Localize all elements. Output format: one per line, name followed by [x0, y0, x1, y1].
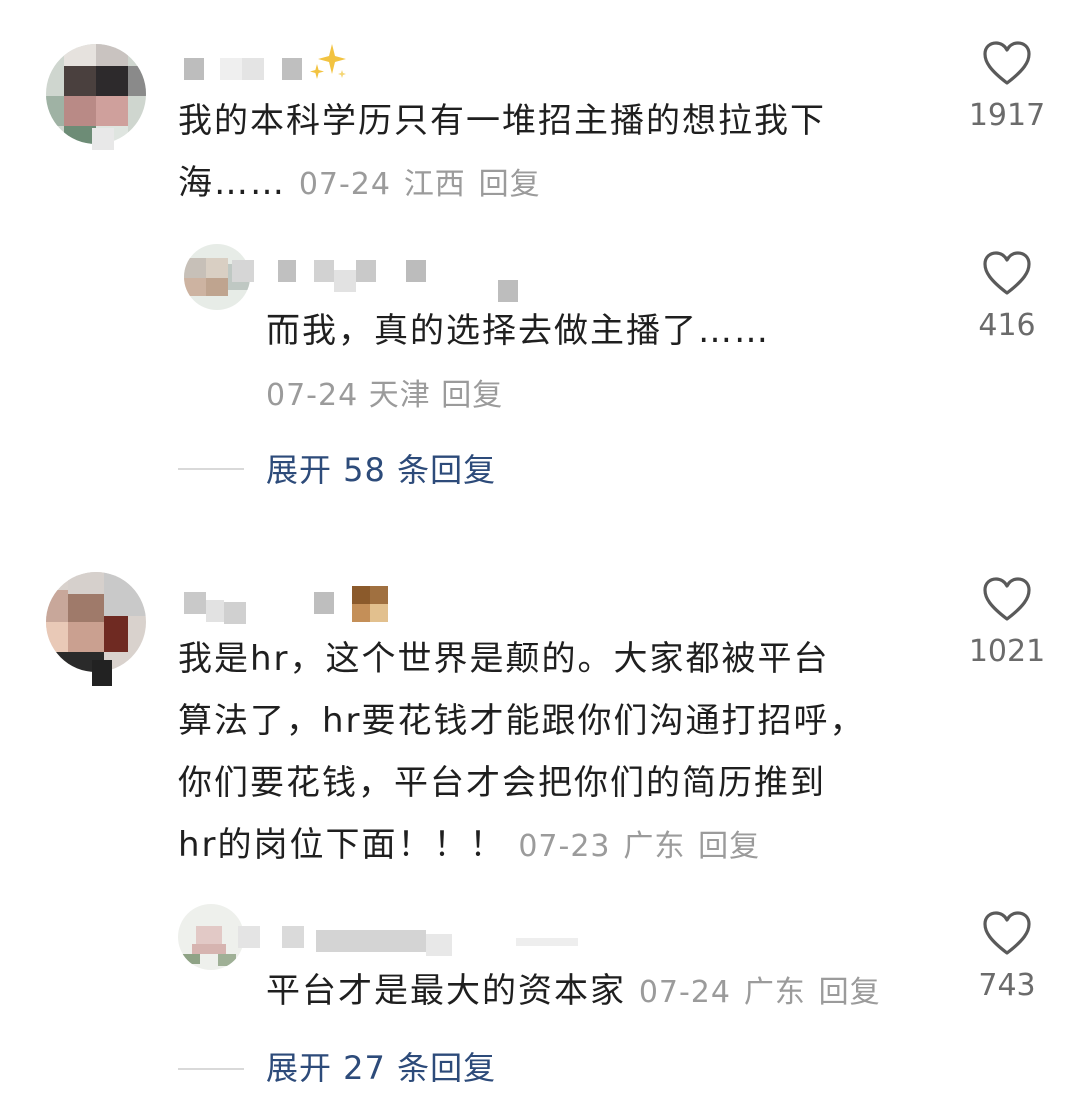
avatar[interactable]	[178, 904, 244, 970]
reply-link[interactable]: 回复	[698, 829, 760, 864]
comment-text: 我的本科学历只有一堆招主播的想拉我下 海…… 07-24 江西 回复	[178, 101, 826, 203]
like-button[interactable]: 1021	[962, 576, 1052, 669]
reply-meta: 07-24 天津 回复	[266, 376, 503, 416]
reply-link[interactable]: 回复	[819, 975, 881, 1010]
reply-text: 平台才是最大的资本家 07-24 广东 回复	[266, 971, 881, 1011]
comment-text: 我是hr，这个世界是颠的。大家都被平台 算法了，hr要花钱才能跟你们沟通打招呼，…	[178, 639, 866, 865]
comment-location: 广东	[623, 829, 686, 864]
username[interactable]	[184, 586, 394, 624]
comment-date: 07-24	[298, 167, 391, 202]
username[interactable]	[184, 58, 304, 84]
sparkle-icon	[310, 44, 346, 79]
username[interactable]	[238, 926, 578, 956]
like-count: 1021	[968, 634, 1046, 669]
expand-replies-button[interactable]: 展开 58 条回复	[266, 450, 496, 490]
divider	[178, 468, 244, 470]
avatar-artifact	[92, 660, 112, 686]
expand-replies-button[interactable]: 展开 27 条回复	[266, 1048, 496, 1088]
comment-location: 江西	[403, 167, 466, 202]
reply-location: 广东	[743, 975, 806, 1010]
like-button[interactable]: 416	[962, 250, 1052, 343]
like-button[interactable]: 1917	[962, 40, 1052, 133]
like-count: 1917	[968, 98, 1046, 133]
heart-outline-icon	[983, 41, 1031, 85]
avatar-artifact	[92, 128, 114, 150]
like-count: 743	[978, 968, 1036, 1003]
reply-text: 而我，真的选择去做主播了……	[266, 311, 770, 351]
heart-outline-icon	[983, 577, 1031, 621]
comment-date: 07-23	[518, 829, 611, 864]
username[interactable]	[232, 260, 522, 302]
heart-outline-icon	[983, 911, 1031, 955]
like-count: 416	[978, 308, 1036, 343]
divider	[178, 1068, 244, 1070]
reply-date: 07-24	[638, 975, 731, 1010]
reply-link[interactable]: 回复	[441, 378, 503, 413]
reply-location: 天津	[368, 378, 431, 413]
avatar[interactable]	[46, 572, 146, 672]
heart-outline-icon	[983, 251, 1031, 295]
comment-list: 我的本科学历只有一堆招主播的想拉我下 海…… 07-24 江西 回复 1917 …	[0, 0, 1080, 1110]
reply-link[interactable]: 回复	[479, 167, 541, 202]
like-button[interactable]: 743	[962, 910, 1052, 1003]
reply-date: 07-24	[266, 378, 359, 413]
